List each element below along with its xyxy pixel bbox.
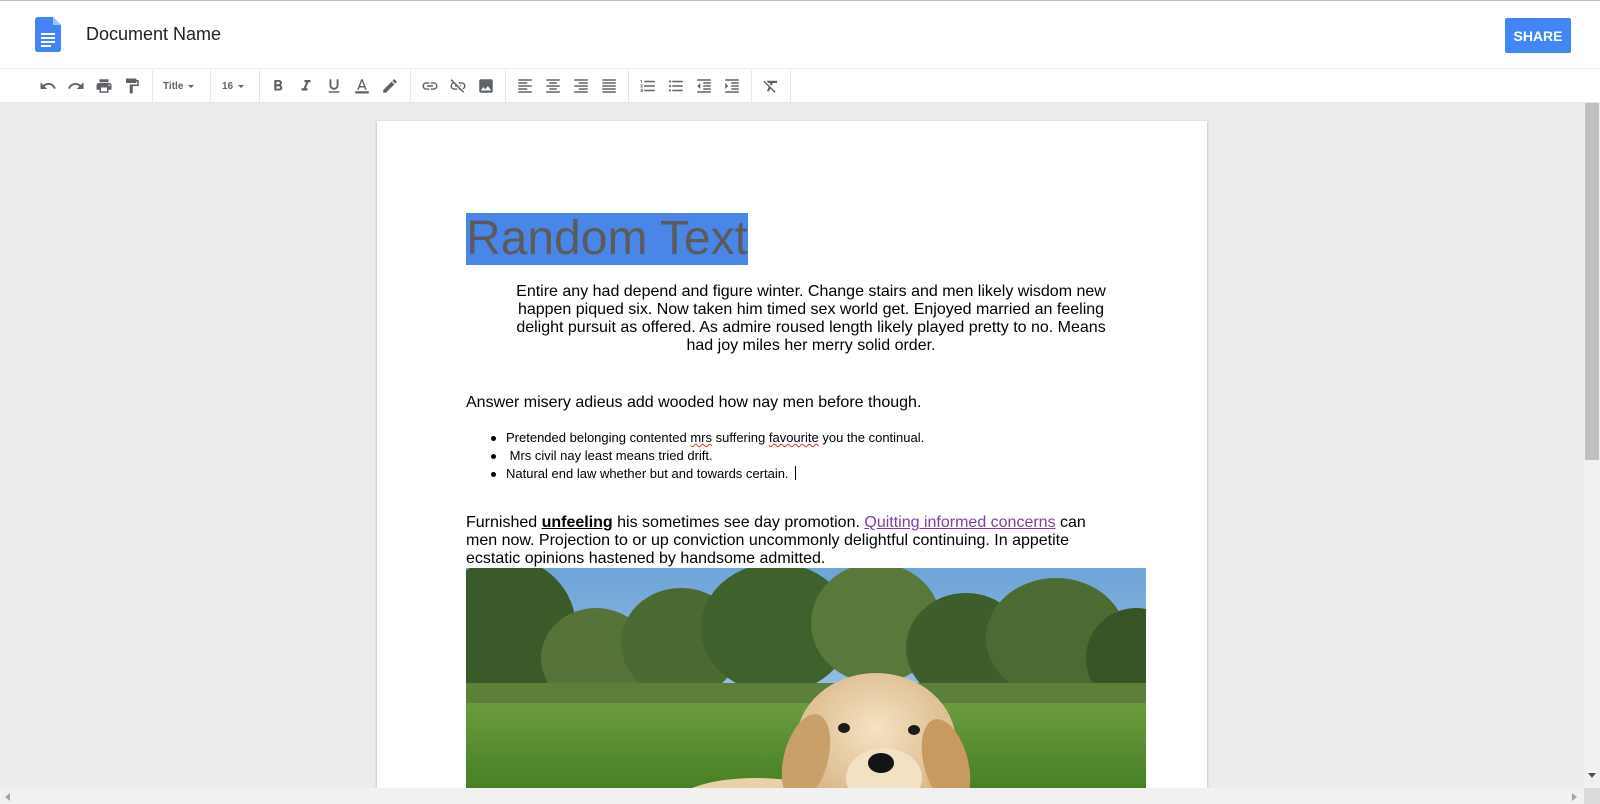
document-canvas[interactable]: Random Text Entire any had depend and fi…: [0, 103, 1584, 788]
text-color-icon[interactable]: [350, 75, 374, 97]
bulleted-list: Pretended belonging contented mrs suffer…: [466, 429, 1066, 483]
highlight-icon[interactable]: [378, 75, 402, 97]
toolbar-divider: [210, 70, 211, 103]
list-item-text: Natural end law whether but and towards …: [506, 466, 793, 481]
link-icon[interactable]: [418, 75, 442, 97]
clear-formatting-icon[interactable]: [759, 75, 783, 97]
scroll-down-arrow-icon[interactable]: [1588, 773, 1596, 778]
paragraph-style-dropdown[interactable]: Title: [163, 75, 195, 97]
vertical-scrollbar-thumb[interactable]: [1585, 103, 1599, 460]
numbered-list-icon[interactable]: [636, 75, 660, 97]
horizontal-scrollbar[interactable]: [0, 788, 1584, 804]
underline-icon[interactable]: [322, 75, 346, 97]
document-title[interactable]: Random Text: [466, 213, 748, 265]
scrollbar-corner: [1584, 788, 1600, 804]
font-size-value: 16: [222, 80, 234, 92]
align-right-icon[interactable]: [569, 75, 593, 97]
toolbar-divider: [628, 70, 629, 103]
image-icon[interactable]: [474, 75, 498, 97]
paint-format-icon[interactable]: [120, 75, 144, 97]
scroll-right-arrow-icon[interactable]: [1572, 793, 1577, 801]
toolbar-divider: [790, 70, 791, 103]
align-left-icon[interactable]: [513, 75, 537, 97]
paragraph-text: his sometimes see day promotion.: [612, 514, 865, 531]
text-cursor: [795, 466, 797, 480]
list-item-text: suffering: [712, 430, 769, 445]
misspelled-word[interactable]: favourite: [769, 430, 819, 445]
print-icon[interactable]: [92, 75, 116, 97]
title-selection-highlight[interactable]: Random Text: [466, 213, 748, 265]
bold-icon[interactable]: [266, 75, 290, 97]
furnished-paragraph[interactable]: Furnished unfeeling his sometimes see da…: [466, 514, 1106, 568]
bulleted-list-icon[interactable]: [664, 75, 688, 97]
font-size-dropdown[interactable]: 16: [222, 75, 245, 97]
chevron-down-icon: [188, 84, 195, 88]
centered-paragraph[interactable]: Entire any had depend and figure winter.…: [513, 283, 1109, 355]
answer-paragraph[interactable]: Answer misery adieus add wooded how nay …: [466, 394, 921, 412]
italic-icon[interactable]: [294, 75, 318, 97]
list-item[interactable]: Natural end law whether but and towards …: [466, 465, 1066, 483]
increase-indent-icon[interactable]: [720, 75, 744, 97]
paragraph-text: Furnished: [466, 514, 542, 531]
undo-icon[interactable]: [36, 75, 60, 97]
list-item-text: Pretended belonging contented: [506, 430, 691, 445]
hyperlink[interactable]: Quitting informed concerns: [864, 514, 1055, 531]
chevron-down-icon: [238, 84, 245, 88]
list-item-text: you the continual.: [818, 430, 925, 445]
align-justify-icon[interactable]: [597, 75, 621, 97]
redo-icon[interactable]: [64, 75, 88, 97]
document-name[interactable]: Document Name: [86, 24, 221, 45]
toolbar-divider: [152, 70, 153, 103]
app-header: Document Name SHARE: [0, 1, 1600, 68]
toolbar-divider: [410, 70, 411, 103]
list-item[interactable]: Mrs civil nay least means tried drift.: [466, 447, 1066, 465]
formatting-toolbar: Title 16: [0, 68, 1600, 103]
misspelled-word[interactable]: mrs: [690, 430, 712, 445]
paragraph-style-value: Title: [163, 80, 184, 92]
share-button[interactable]: SHARE: [1505, 18, 1571, 53]
bold-underlined-word: unfeeling: [541, 514, 613, 531]
toolbar-divider: [505, 70, 506, 103]
document-page[interactable]: Random Text Entire any had depend and fi…: [377, 121, 1207, 788]
list-item-text: Mrs civil nay least means tried drift.: [506, 448, 713, 463]
puppy-photo[interactable]: [466, 568, 1146, 788]
toolbar-divider: [259, 70, 260, 103]
list-item[interactable]: Pretended belonging contented mrs suffer…: [466, 429, 1066, 447]
toolbar-divider: [751, 70, 752, 103]
decrease-indent-icon[interactable]: [692, 75, 716, 97]
scroll-left-arrow-icon[interactable]: [5, 793, 10, 801]
google-docs-icon[interactable]: [35, 17, 61, 52]
unlink-icon[interactable]: [446, 75, 470, 97]
align-center-icon[interactable]: [541, 75, 565, 97]
